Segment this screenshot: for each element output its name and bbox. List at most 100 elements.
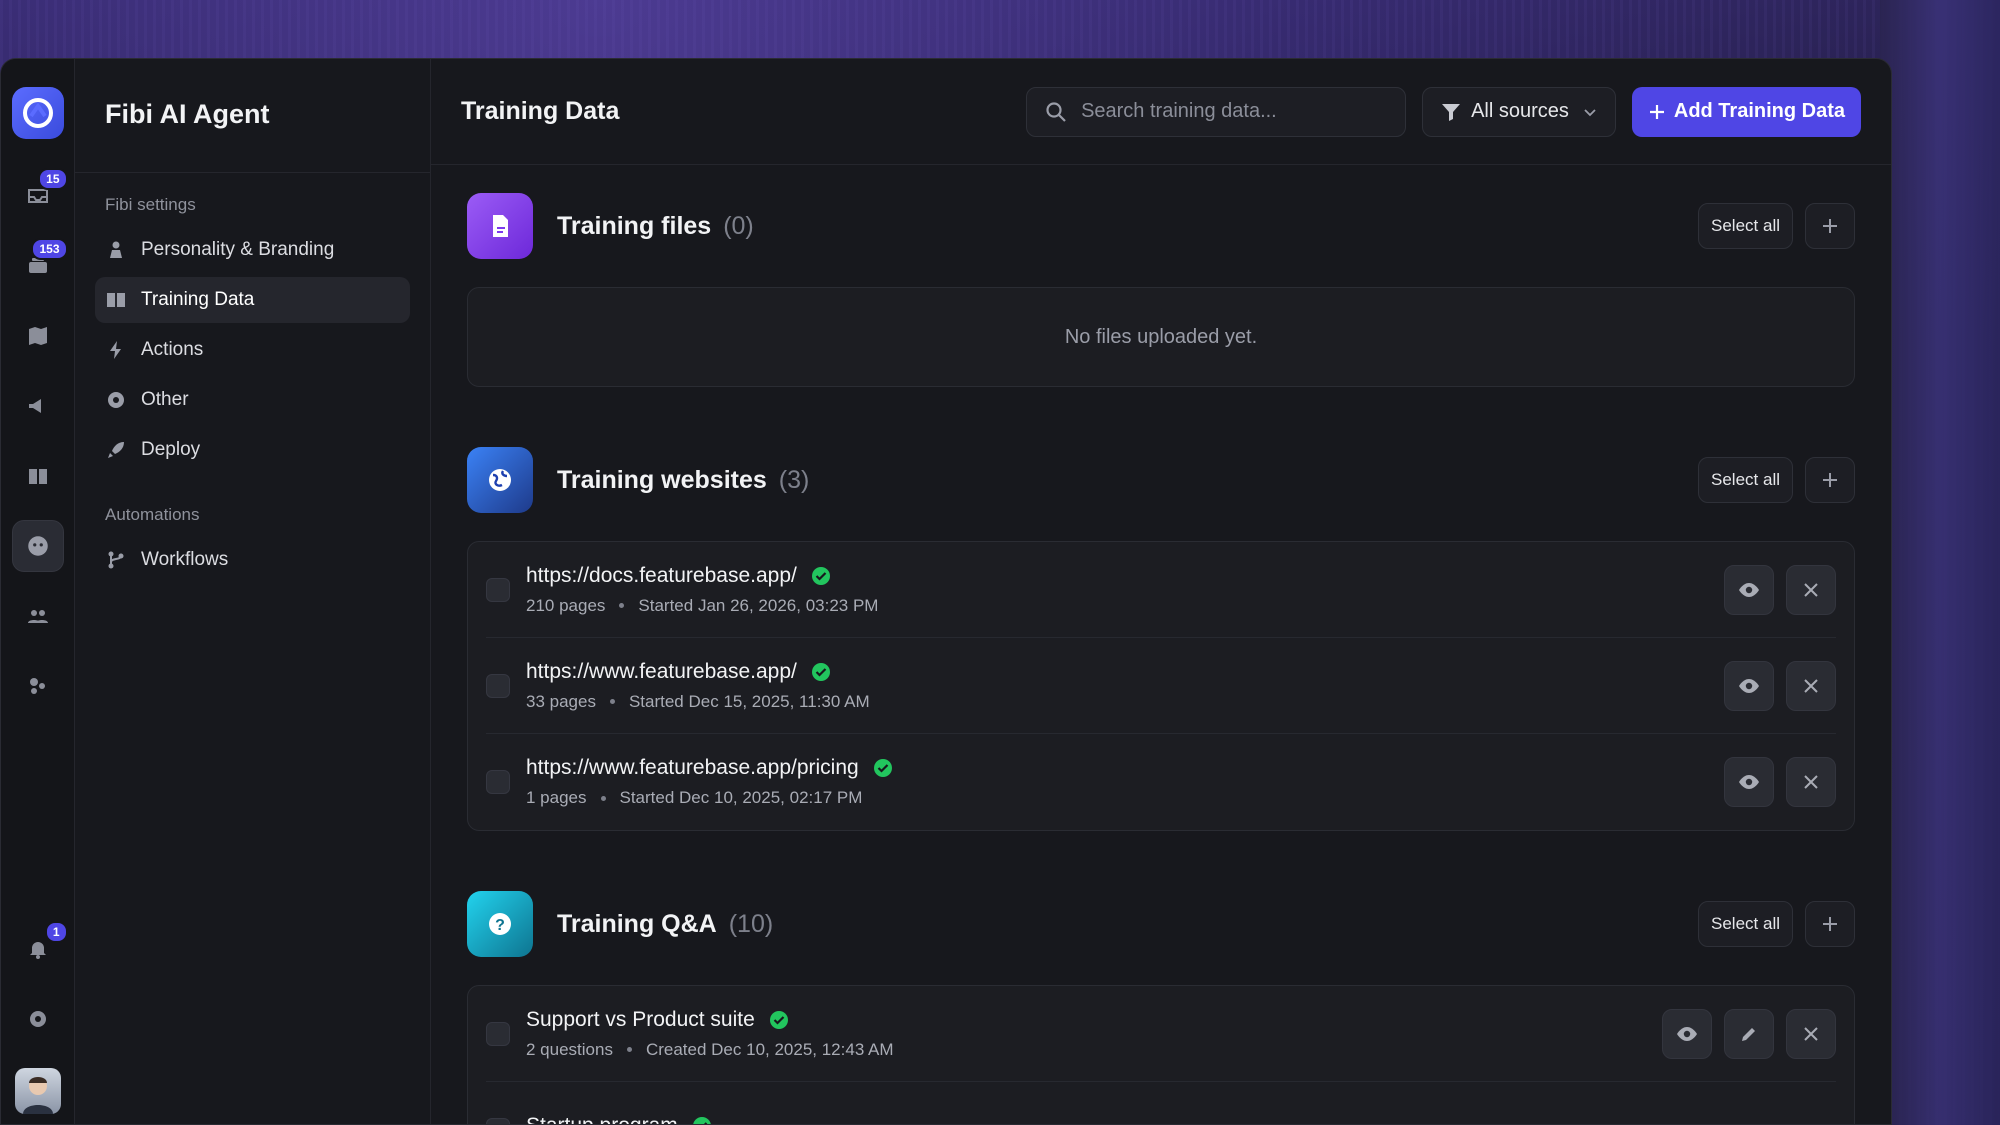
plus-icon [1648,103,1666,121]
empty-state: No files uploaded yet. [467,287,1855,387]
sidebar-item-deploy[interactable]: Deploy [95,427,410,473]
user-avatar[interactable] [14,1068,61,1114]
section-count: (10) [728,909,774,938]
training-files-section: Training files (0) Select all No files u… [467,193,1855,387]
globe-icon [467,447,533,513]
gear-icon [29,1011,46,1027]
section-title-fibi-settings: Fibi settings [105,195,196,214]
row-checkbox[interactable] [486,577,510,602]
rail-roadmap[interactable] [12,310,64,362]
website-url[interactable]: https://www.featurebase.app/pricing [526,756,859,780]
rail-inbox[interactable]: 15 [12,168,68,222]
select-all-button[interactable]: Select all [1698,203,1793,249]
section-count: (3) [778,465,810,494]
chevron-down-icon [1583,105,1597,119]
users-icon [27,610,48,623]
training-websites-section: Training websites (3) Select all https:/… [467,447,1855,831]
rail-help-center[interactable] [12,450,64,502]
rail-notifications[interactable]: 1 [12,921,68,975]
separator-dot [626,1047,632,1052]
close-icon [1804,775,1818,789]
started-date: Started Dec 10, 2025, 02:17 PM [619,788,863,807]
main-panel: Training Data Search training data... Al… [431,59,1891,1124]
eye-icon [1739,775,1759,789]
check-circle-icon [811,566,831,586]
view-button[interactable] [1724,564,1774,615]
row-checkbox[interactable] [486,1118,510,1124]
section-title: Training Q&A [557,909,717,938]
add-qa-button[interactable] [1805,901,1855,947]
add-file-button[interactable] [1805,203,1855,249]
separator-dot [619,603,625,608]
qa-list: Support vs Product suite 2 questions Cre… [467,985,1855,1124]
remove-button[interactable] [1786,660,1836,711]
page-count: 1 pages [526,788,587,807]
remove-button[interactable] [1786,757,1836,807]
remove-button[interactable] [1786,564,1836,615]
inbox-badge: 15 [38,168,68,190]
sidebar-title: Fibi AI Agent [75,59,430,173]
source-filter-dropdown[interactable]: All sources [1422,86,1616,137]
edit-button[interactable] [1724,1008,1774,1059]
bell-icon [29,942,46,959]
search-icon [1045,101,1067,123]
list-item: https://docs.featurebase.app/ 210 pages … [486,542,1836,638]
page-count: 33 pages [526,691,596,711]
row-checkbox[interactable] [486,673,510,698]
topbar: Training Data Search training data... Al… [431,59,1891,165]
add-website-button[interactable] [1805,457,1855,503]
sidebar-item-label: Actions [141,339,204,360]
section-title: Training websites [557,465,767,494]
sidebar-item-training-data[interactable]: Training Data [95,277,410,323]
avatar-image [22,1077,53,1114]
rail-integrations[interactable] [12,660,64,712]
rail-messages[interactable]: 153 [12,238,68,292]
sidebar-item-workflows[interactable]: Workflows [95,537,410,583]
rocket-icon [105,439,127,461]
created-date: Created Dec 10, 2025, 12:43 AM [645,1039,894,1059]
content-area: Training files (0) Select all No files u… [431,165,1891,1124]
sidebar-item-other[interactable]: Other [95,377,410,423]
file-icon [467,193,533,259]
sidebar-item-actions[interactable]: Actions [95,327,410,373]
website-url[interactable]: https://docs.featurebase.app/ [526,564,797,588]
select-all-button[interactable]: Select all [1698,457,1793,503]
view-button[interactable] [1662,1008,1712,1059]
rail-ai-agent[interactable] [11,520,64,572]
sidebar-item-label: Workflows [141,549,229,570]
qa-title[interactable]: Support vs Product suite [526,1008,755,1032]
megaphone-icon [28,399,41,413]
qa-title[interactable]: Startup program [526,1114,678,1124]
sidebar-item-label: Other [141,389,189,410]
remove-button[interactable] [1786,1008,1836,1059]
notifications-badge: 1 [44,921,68,943]
app-logo[interactable] [11,87,64,139]
person-icon [105,239,127,261]
sidebar-item-label: Training Data [141,289,255,310]
logo-icon [22,98,53,128]
plus-icon [1823,917,1837,931]
eye-icon [1677,1026,1697,1041]
check-circle-icon [769,1010,789,1030]
row-checkbox[interactable] [486,1021,510,1046]
add-training-data-button[interactable]: Add Training Data [1631,86,1861,137]
sidebar-item-personality[interactable]: Personality & Branding [95,227,410,273]
training-qa-section: ? Training Q&A (10) Select all Support v… [467,891,1855,1124]
view-button[interactable] [1724,660,1774,711]
rail-announcements[interactable] [12,380,64,432]
list-item: Support vs Product suite 2 questions Cre… [486,986,1836,1082]
row-checkbox[interactable] [486,770,510,794]
search-placeholder: Search training data... [1081,100,1277,122]
rail-settings[interactable] [12,993,64,1045]
select-all-button[interactable]: Select all [1698,901,1793,947]
close-icon [1804,1026,1818,1041]
view-button[interactable] [1724,757,1774,807]
rail-users[interactable] [12,590,64,642]
search-input[interactable]: Search training data... [1026,86,1407,137]
separator-dot [609,699,615,704]
messages-badge: 153 [31,238,68,260]
workflow-icon [105,549,127,571]
app-window: 15 153 1 Fibi AI Agent Fibi settings Per… [0,58,1892,1125]
plus-icon [1823,219,1837,233]
website-url[interactable]: https://www.featurebase.app/ [526,660,797,684]
